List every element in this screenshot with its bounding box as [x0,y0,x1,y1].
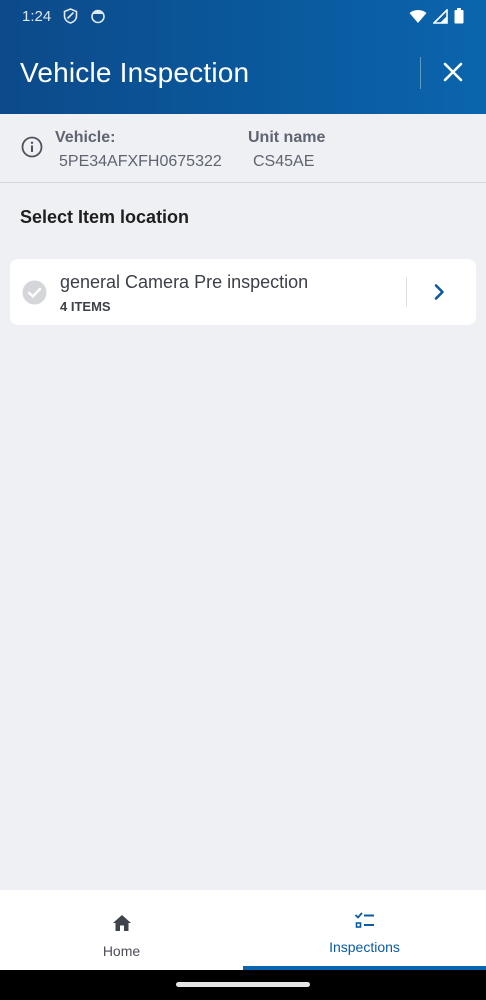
vehicle-vin: 5PE34AFXFH0675322 [59,153,222,170]
status-time: 1:24 [22,7,52,25]
section-heading: Select Item location [20,207,190,227]
card-divider [406,277,407,307]
app-bar: 1:24 Vehicle Inspection [0,0,486,114]
unit-name-label: Unit name [248,129,326,146]
home-icon [112,914,132,937]
shield-icon [63,8,78,24]
nav-item-home[interactable]: Home [0,890,243,970]
checklist-icon [354,912,375,935]
face-icon [90,8,106,24]
bottom-navigation: Home Inspections [0,890,486,970]
title-divider [420,57,421,89]
gesture-handle[interactable] [176,982,310,987]
unit-name-value: CS45AE [253,153,315,170]
battery-icon [454,8,464,24]
vehicle-info-bar: Vehicle: 5PE34AFXFH0675322 Unit name CS4… [0,114,486,183]
vehicle-label: Vehicle: [55,129,116,146]
close-button[interactable] [436,57,470,91]
location-item-count: 4 ITEMS [60,299,111,314]
status-bar: 1:24 [0,0,486,32]
wifi-icon [409,9,427,24]
nav-label-home: Home [102,943,141,959]
gesture-navigation-bar [0,970,486,1000]
signal-icon [433,8,448,24]
location-title: general Camera Pre inspection [60,272,309,292]
info-icon [21,136,43,163]
nav-label-inspections: Inspections [329,939,400,955]
check-circle-icon [22,280,47,310]
chevron-right-icon[interactable] [432,283,446,306]
title-row: Vehicle Inspection [0,40,486,106]
page-title: Vehicle Inspection [20,57,250,88]
nav-item-inspections[interactable]: Inspections [243,890,486,970]
close-icon [443,62,463,87]
location-card[interactable]: general Camera Pre inspection 4 ITEMS [10,259,476,325]
